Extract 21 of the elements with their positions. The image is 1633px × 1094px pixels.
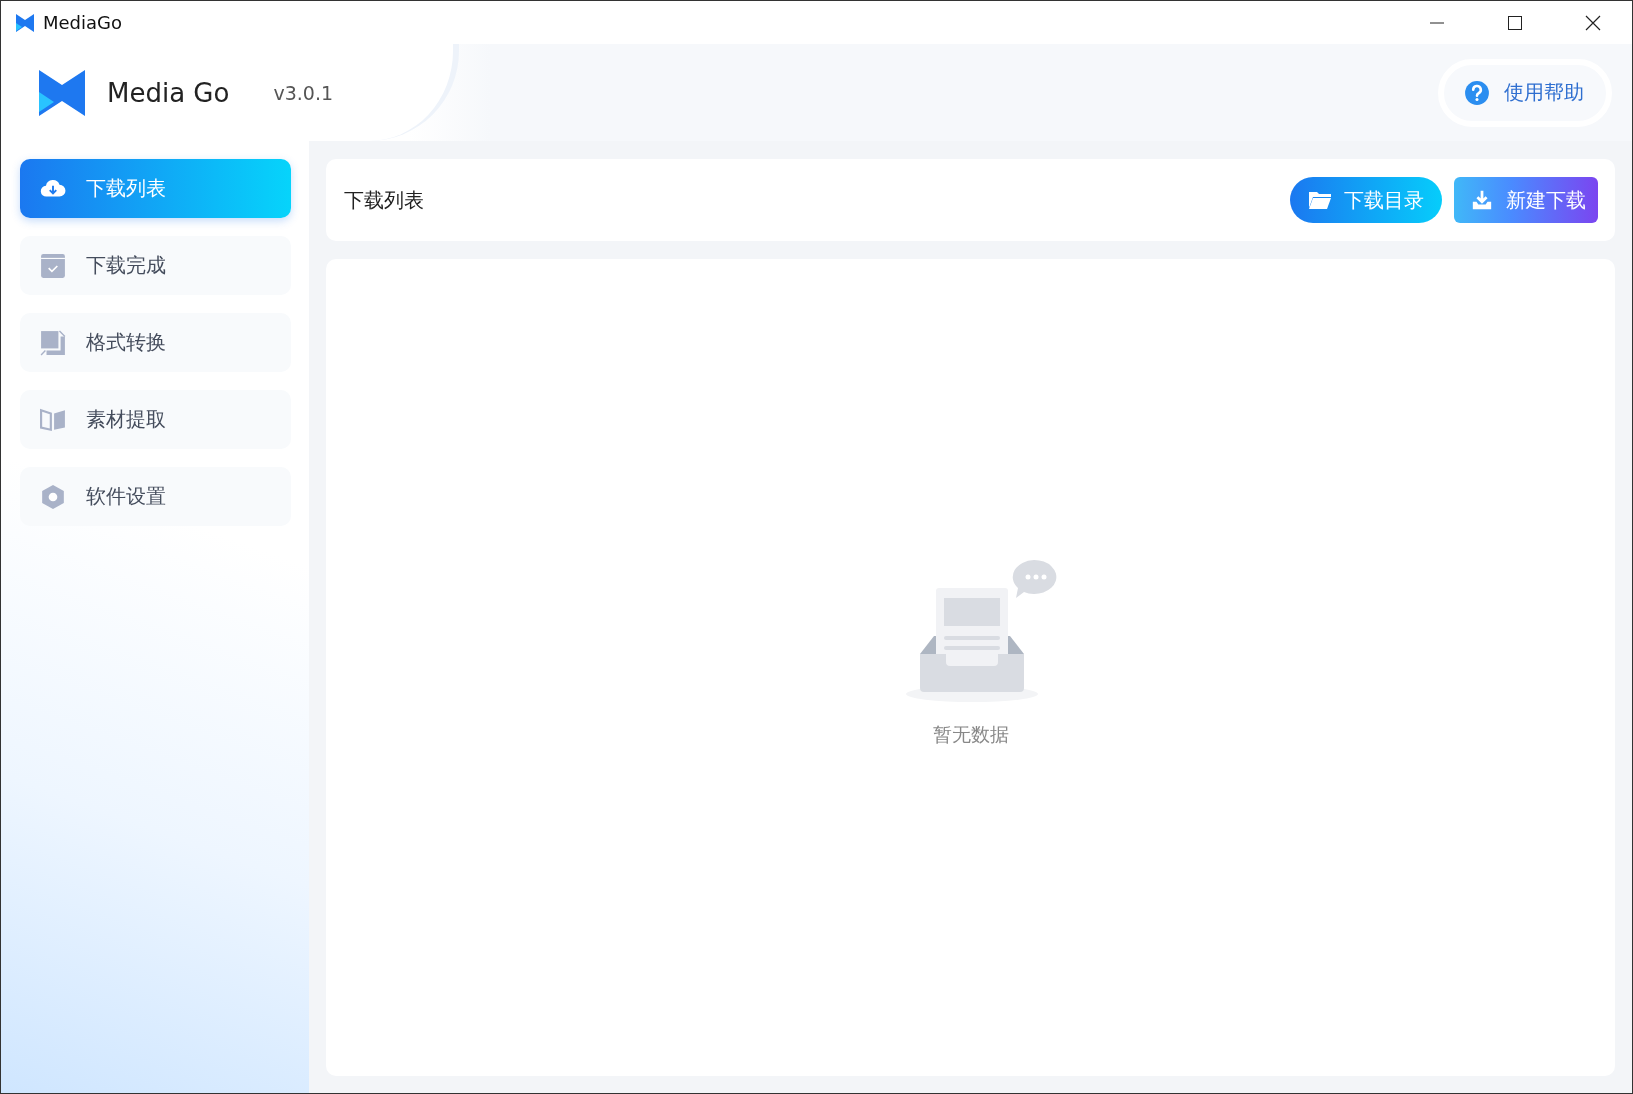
page-title: 下载列表 xyxy=(344,186,424,214)
window-title: MediaGo xyxy=(43,12,123,33)
sidebar-item[interactable]: 下载完成 xyxy=(20,236,291,295)
help-icon xyxy=(1464,79,1490,106)
sidebar-item[interactable]: 格式转换 xyxy=(20,313,291,372)
folder-icon xyxy=(1308,189,1332,211)
checkbox-icon xyxy=(40,252,66,279)
app-logo-icon xyxy=(15,12,35,33)
help-button[interactable]: 使用帮助 xyxy=(1438,58,1612,127)
convert-icon xyxy=(40,329,66,356)
maximize-icon[interactable] xyxy=(1507,14,1523,31)
version-label: v3.0.1 xyxy=(273,81,333,104)
empty-message: 暂无数据 xyxy=(932,721,1009,747)
app-logo-icon xyxy=(37,67,87,118)
sidebar-item[interactable]: 软件设置 xyxy=(20,467,291,526)
app-name: Media Go xyxy=(107,77,230,108)
close-icon[interactable] xyxy=(1585,14,1601,31)
sidebar-item[interactable]: 素材提取 xyxy=(20,390,291,449)
new-download-button[interactable]: 新建下载 xyxy=(1454,177,1598,223)
settings-icon xyxy=(40,483,66,510)
download-icon xyxy=(1470,189,1494,211)
